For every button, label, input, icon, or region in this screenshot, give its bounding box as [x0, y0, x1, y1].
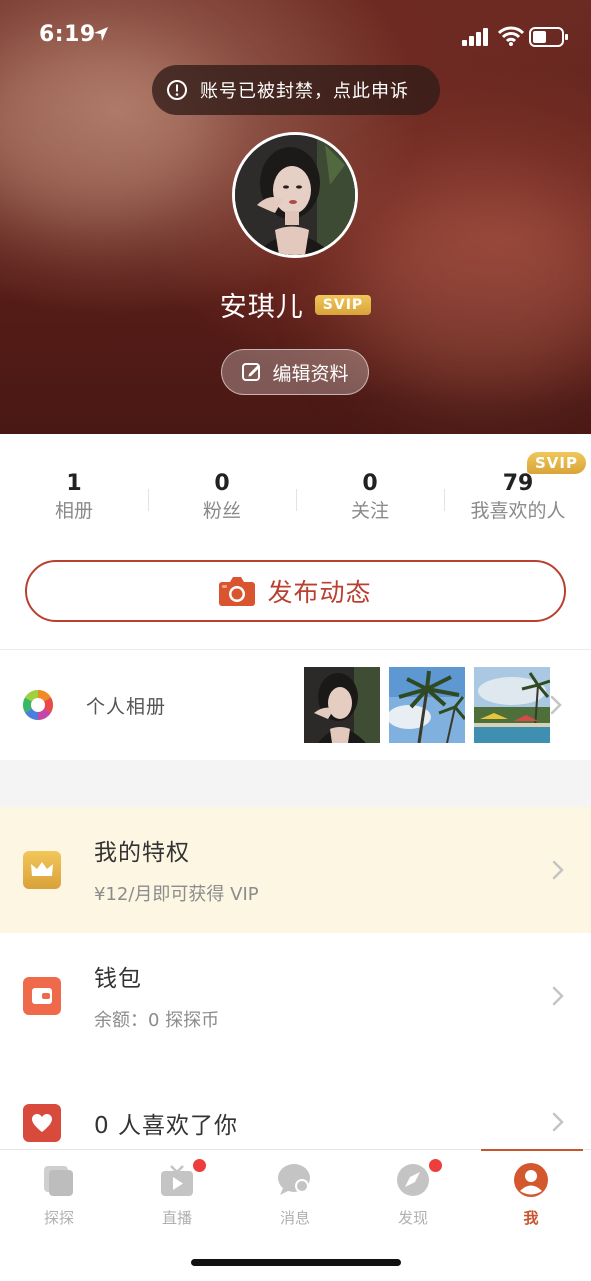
chat-bubble-icon: [278, 1164, 310, 1195]
stat-label: 我喜欢的人: [470, 500, 566, 522]
stat-label: 相册: [54, 500, 93, 522]
publish-label: 发布动态: [267, 578, 372, 607]
profile-icon: [514, 1163, 548, 1197]
edit-icon: [242, 363, 261, 381]
status-time: 6:19: [39, 22, 96, 47]
wallet-title: 钱包: [94, 966, 142, 992]
compass-icon: [397, 1164, 429, 1196]
chevron-right-icon: [550, 695, 562, 715]
color-wheel-icon: [22, 690, 54, 720]
profile-stats: 1 相册 0 粉丝 0 关注 79 我喜欢的人: [0, 434, 591, 544]
ban-notice-text: 账号已被封禁，点此申诉: [200, 81, 409, 102]
stat-label: 粉丝: [202, 500, 241, 522]
wallet-row[interactable]: 钱包 余额：0 探探币: [0, 933, 591, 1059]
battery-icon: [529, 27, 569, 51]
tab-label: 消息: [279, 1209, 310, 1227]
wallet-icon: [23, 977, 61, 1015]
avatar[interactable]: [232, 132, 358, 258]
wifi-icon: [497, 26, 525, 50]
cellular-signal-icon: [462, 28, 490, 50]
stat-label: 关注: [350, 500, 389, 522]
privileges-subtitle: ¥12/月即可获得 VIP: [94, 884, 259, 905]
edit-profile-button[interactable]: 编辑资料: [221, 349, 369, 395]
svip-corner-badge: SVIP: [527, 452, 586, 474]
tab-me[interactable]: 我: [472, 1150, 590, 1236]
notification-dot: [192, 1158, 207, 1173]
my-privileges-row[interactable]: 我的特权 ¥12/月即可获得 VIP: [0, 807, 591, 933]
personal-album-row[interactable]: 个人相册: [0, 650, 591, 760]
tab-label: 我: [523, 1209, 539, 1227]
chevron-right-icon: [552, 1112, 564, 1132]
wallet-balance: 余额：0 探探币: [94, 1010, 220, 1031]
stat-fans[interactable]: 0 粉丝: [148, 470, 296, 524]
tab-messages[interactable]: 消息: [236, 1150, 354, 1236]
profile-name: 安琪儿: [219, 292, 304, 323]
tab-label: 直播: [161, 1209, 192, 1227]
status-bar: 6:19: [0, 22, 591, 52]
stat-value: 0: [362, 471, 378, 496]
album-thumbnail[interactable]: [474, 667, 550, 743]
profile-header: 6:19 账号已被封禁，点此申诉 安琪儿 SVIP 编辑资料: [0, 0, 591, 434]
heart-icon: [23, 1104, 61, 1142]
notification-dot: [428, 1158, 443, 1173]
crown-icon: [23, 851, 61, 889]
stat-value: 1: [66, 471, 82, 496]
alert-circle-icon: [167, 80, 187, 100]
publish-moment-button[interactable]: 发布动态: [25, 560, 566, 622]
who-liked-you-row[interactable]: 0 人喜欢了你: [0, 1059, 591, 1149]
stat-value: 0: [214, 471, 230, 496]
stat-value: 79: [502, 471, 534, 496]
stat-albums[interactable]: 1 相册: [0, 470, 148, 524]
personal-album-label: 个人相册: [86, 696, 167, 718]
album-thumbnail[interactable]: [304, 667, 380, 743]
chevron-right-icon: [552, 860, 564, 880]
tab-tantan[interactable]: 探探: [0, 1150, 118, 1236]
profile-name-row: 安琪儿 SVIP: [0, 285, 591, 324]
likes-title: 0 人喜欢了你: [94, 1113, 238, 1139]
album-thumbnail[interactable]: [389, 667, 465, 743]
account-ban-notice[interactable]: 账号已被封禁，点此申诉: [152, 65, 440, 115]
live-tv-icon: [161, 1165, 193, 1196]
stat-following[interactable]: 0 关注: [296, 470, 444, 524]
privileges-title: 我的特权: [94, 840, 190, 866]
tab-live[interactable]: 直播: [118, 1150, 236, 1236]
tab-label: 发现: [397, 1209, 428, 1227]
home-indicator[interactable]: [191, 1259, 401, 1266]
section-gap: [0, 760, 591, 807]
stat-people-i-like[interactable]: 79 我喜欢的人: [444, 470, 591, 524]
tab-label: 探探: [43, 1209, 74, 1227]
camera-icon: [219, 577, 256, 606]
tab-discover[interactable]: 发现: [354, 1150, 472, 1236]
cards-icon: [44, 1166, 73, 1196]
edit-profile-label: 编辑资料: [272, 362, 349, 385]
chevron-right-icon: [552, 986, 564, 1006]
svip-badge: SVIP: [314, 294, 372, 315]
location-arrow-icon: [93, 26, 109, 46]
